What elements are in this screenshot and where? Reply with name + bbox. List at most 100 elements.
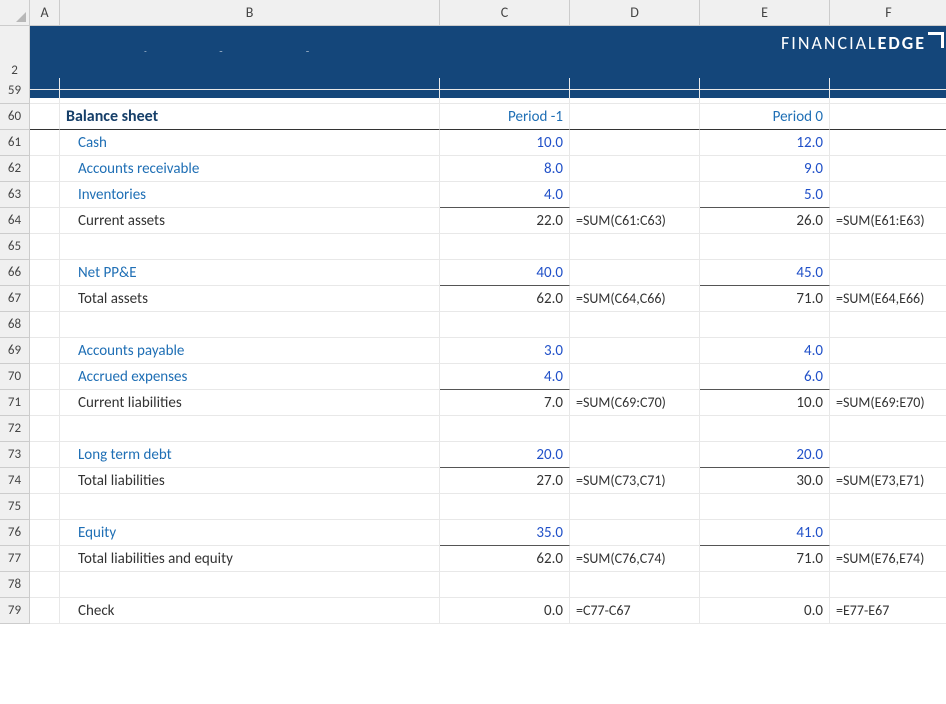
cell-D61[interactable]: [570, 130, 700, 156]
cell-F65[interactable]: [830, 234, 946, 260]
cell-B75[interactable]: [60, 494, 440, 520]
cell-A76[interactable]: [30, 520, 60, 546]
row-header-74[interactable]: 74: [0, 468, 30, 494]
val-ca-e[interactable]: 26.0: [700, 208, 830, 234]
cell-A79[interactable]: [30, 598, 60, 624]
row-header-79[interactable]: 79: [0, 598, 30, 624]
val-eq-c[interactable]: 35.0: [440, 520, 570, 546]
row-header-61[interactable]: 61: [0, 130, 30, 156]
row-header-60[interactable]: 60: [0, 104, 30, 130]
row-header-78[interactable]: 78: [0, 572, 30, 598]
cell-F61[interactable]: [830, 130, 946, 156]
row-header-70[interactable]: 70: [0, 364, 30, 390]
cell-B78[interactable]: [60, 572, 440, 598]
row-header-75[interactable]: 75: [0, 494, 30, 520]
cell-E75[interactable]: [700, 494, 830, 520]
col-header-F[interactable]: F: [830, 0, 946, 26]
cell-C65[interactable]: [440, 234, 570, 260]
row-header-69[interactable]: 69: [0, 338, 30, 364]
cell-A62[interactable]: [30, 156, 60, 182]
val-ar-e[interactable]: 9.0: [700, 156, 830, 182]
val-ar-c[interactable]: 8.0: [440, 156, 570, 182]
formula-check-d[interactable]: =C77-C67: [570, 598, 700, 624]
formula-check-f[interactable]: =E77-E67: [830, 598, 946, 624]
cell-E59[interactable]: [700, 78, 830, 104]
val-tl-c[interactable]: 27.0: [440, 468, 570, 494]
row-header-71[interactable]: 71: [0, 390, 30, 416]
formula-tle-f[interactable]: =SUM(E76,E74): [830, 546, 946, 572]
cell-A60[interactable]: [30, 104, 60, 130]
cell-A70[interactable]: [30, 364, 60, 390]
label-ppe[interactable]: Net PP&E: [60, 260, 440, 286]
cell-A77[interactable]: [30, 546, 60, 572]
label-ar[interactable]: Accounts receivable: [60, 156, 440, 182]
val-check-e[interactable]: 0.0: [700, 598, 830, 624]
row-header-65[interactable]: 65: [0, 234, 30, 260]
cell-D62[interactable]: [570, 156, 700, 182]
val-cash-c[interactable]: 10.0: [440, 130, 570, 156]
cell-F68[interactable]: [830, 312, 946, 338]
val-cl-c[interactable]: 7.0: [440, 390, 570, 416]
cell-A64[interactable]: [30, 208, 60, 234]
cell-F75[interactable]: [830, 494, 946, 520]
cell-C72[interactable]: [440, 416, 570, 442]
cell-C59[interactable]: [440, 78, 570, 104]
cell-E72[interactable]: [700, 416, 830, 442]
row-header-63[interactable]: 63: [0, 182, 30, 208]
cell-D72[interactable]: [570, 416, 700, 442]
cell-A63[interactable]: [30, 182, 60, 208]
cell-F69[interactable]: [830, 338, 946, 364]
label-ta[interactable]: Total assets: [60, 286, 440, 312]
cell-A68[interactable]: [30, 312, 60, 338]
cell-F72[interactable]: [830, 416, 946, 442]
cell-C78[interactable]: [440, 572, 570, 598]
cell-D66[interactable]: [570, 260, 700, 286]
label-eq[interactable]: Equity: [60, 520, 440, 546]
formula-tl-f[interactable]: =SUM(E73,E71): [830, 468, 946, 494]
val-ppe-e[interactable]: 45.0: [700, 260, 830, 286]
val-ap-c[interactable]: 3.0: [440, 338, 570, 364]
row-header-67[interactable]: 67: [0, 286, 30, 312]
cell-D76[interactable]: [570, 520, 700, 546]
cell-D75[interactable]: [570, 494, 700, 520]
label-ap[interactable]: Accounts payable: [60, 338, 440, 364]
cell-A71[interactable]: [30, 390, 60, 416]
label-ae[interactable]: Accrued expenses: [60, 364, 440, 390]
formula-cl-d[interactable]: =SUM(C69:C70): [570, 390, 700, 416]
cell-B68[interactable]: [60, 312, 440, 338]
cell-A66[interactable]: [30, 260, 60, 286]
val-ta-c[interactable]: 62.0: [440, 286, 570, 312]
cell-A59[interactable]: [30, 78, 60, 104]
cell-F62[interactable]: [830, 156, 946, 182]
val-ltd-c[interactable]: 20.0: [440, 442, 570, 468]
cell-A69[interactable]: [30, 338, 60, 364]
val-tle-c[interactable]: 62.0: [440, 546, 570, 572]
val-ae-c[interactable]: 4.0: [440, 364, 570, 390]
formula-ca-f[interactable]: =SUM(E61:E63): [830, 208, 946, 234]
cell-E65[interactable]: [700, 234, 830, 260]
formula-cl-f[interactable]: =SUM(E69:E70): [830, 390, 946, 416]
cell-A61[interactable]: [30, 130, 60, 156]
cell-B65[interactable]: [60, 234, 440, 260]
cell-E78[interactable]: [700, 572, 830, 598]
cell-D69[interactable]: [570, 338, 700, 364]
label-tl[interactable]: Total liabilities: [60, 468, 440, 494]
row-header-68[interactable]: 68: [0, 312, 30, 338]
val-ppe-c[interactable]: 40.0: [440, 260, 570, 286]
select-all-corner[interactable]: [0, 0, 30, 26]
cell-A67[interactable]: [30, 286, 60, 312]
formula-tl-d[interactable]: =SUM(C73,C71): [570, 468, 700, 494]
label-ltd[interactable]: Long term debt: [60, 442, 440, 468]
cell-D70[interactable]: [570, 364, 700, 390]
cell-F66[interactable]: [830, 260, 946, 286]
cell-D59[interactable]: [570, 78, 700, 104]
val-tl-e[interactable]: 30.0: [700, 468, 830, 494]
val-tle-e[interactable]: 71.0: [700, 546, 830, 572]
cell-B72[interactable]: [60, 416, 440, 442]
formula-ta-d[interactable]: =SUM(C64,C66): [570, 286, 700, 312]
val-ltd-e[interactable]: 20.0: [700, 442, 830, 468]
period-header-c[interactable]: Period -1: [440, 104, 570, 130]
cell-A72[interactable]: [30, 416, 60, 442]
label-cl[interactable]: Current liabilities: [60, 390, 440, 416]
cell-D63[interactable]: [570, 182, 700, 208]
